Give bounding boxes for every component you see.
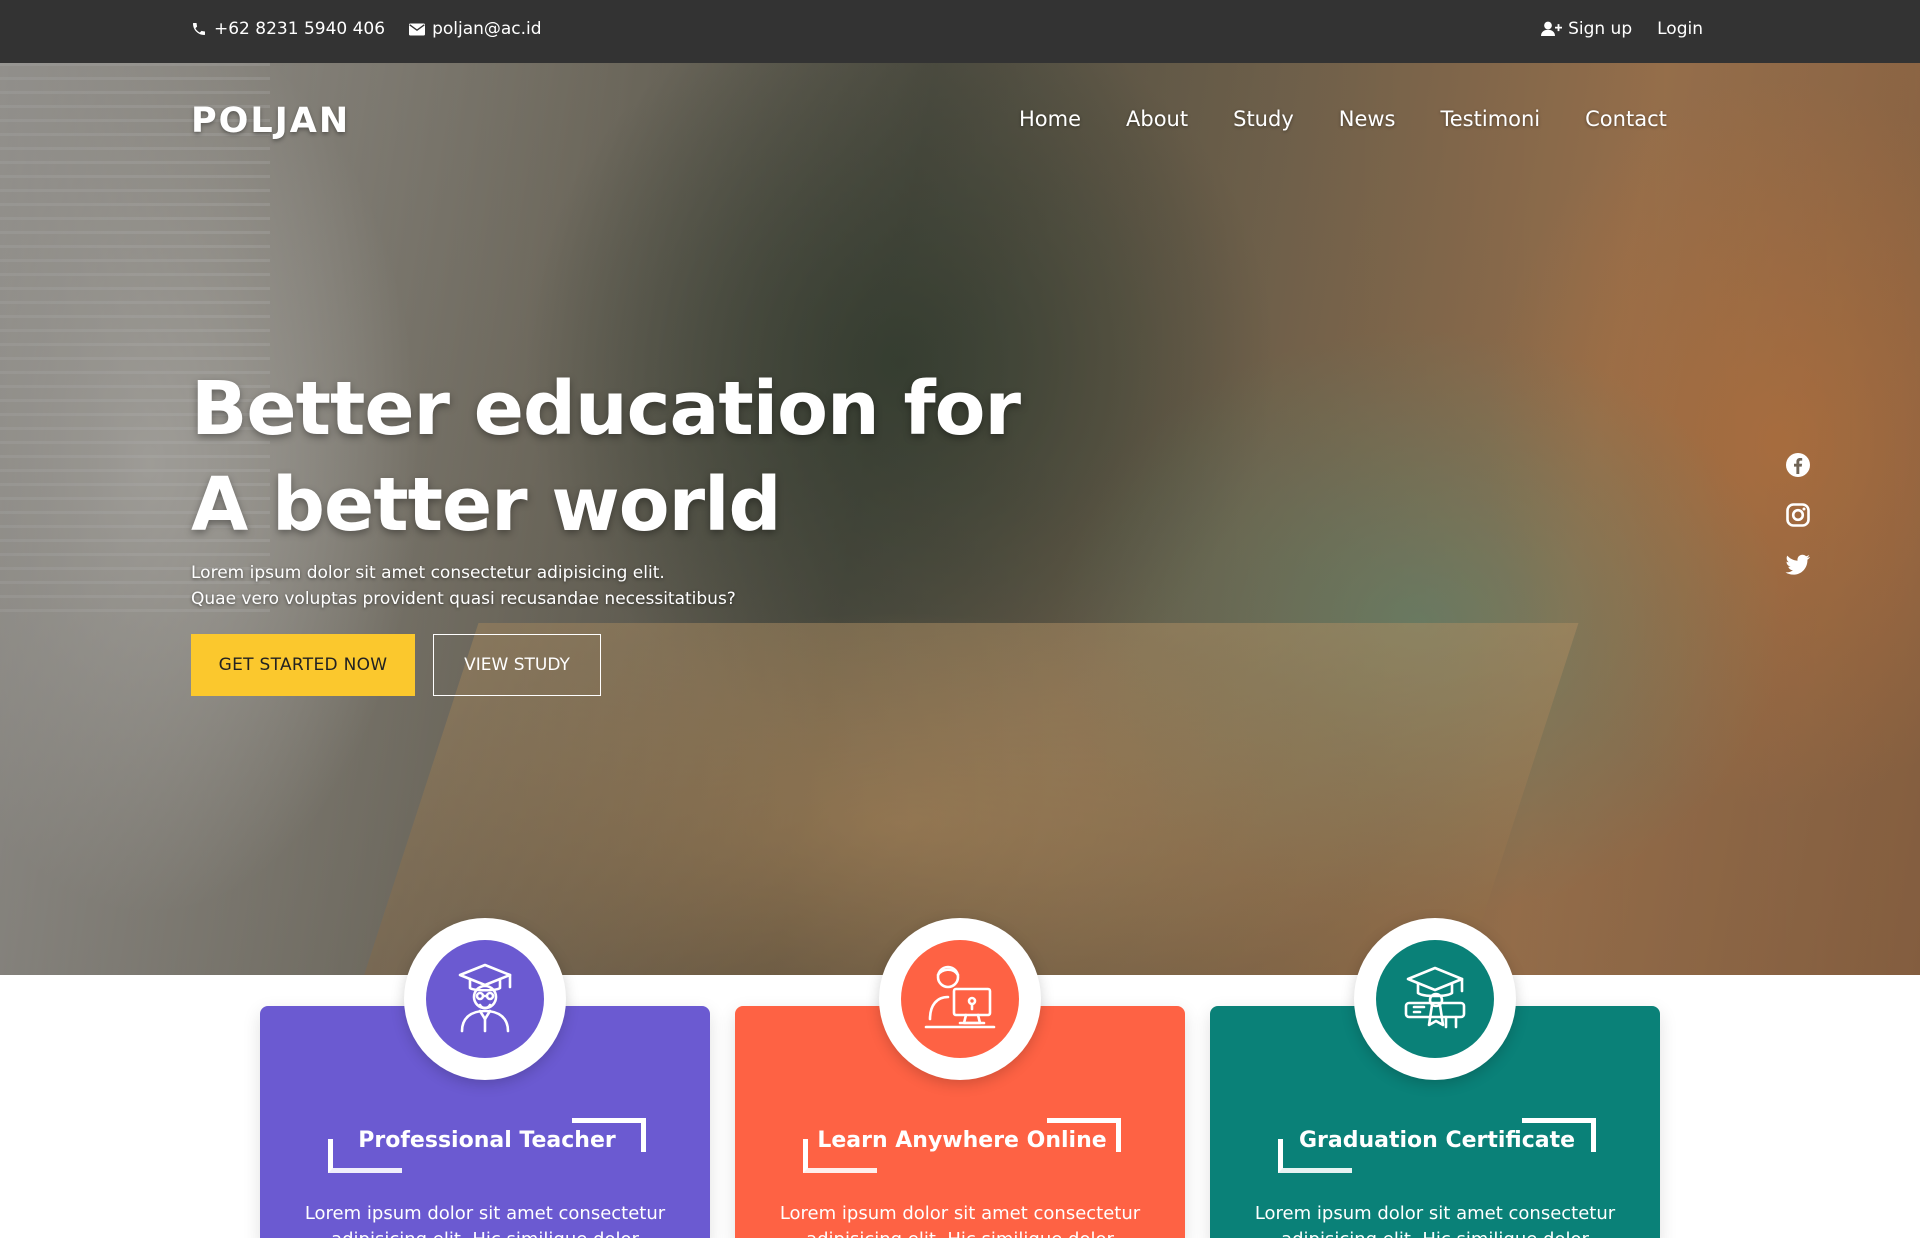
login-link[interactable]: Login	[1657, 19, 1703, 39]
top-bar: +62 8231 5940 406 poljan@ac.id Sign up L…	[0, 0, 1920, 63]
email-contact[interactable]: poljan@ac.id	[409, 19, 542, 39]
nav-item-news[interactable]: News	[1339, 107, 1396, 131]
hero-title-line-1: Better education for	[191, 366, 1021, 452]
contact-info: +62 8231 5940 406 poljan@ac.id	[191, 19, 542, 39]
teacher-icon	[452, 961, 518, 1037]
feature-badge-inner	[1376, 940, 1494, 1058]
feature-card-teacher: Professional Teacher Lorem ipsum dolor s…	[260, 918, 710, 1238]
login-label: Login	[1657, 19, 1703, 39]
feature-badge	[1354, 918, 1516, 1080]
social-links	[1785, 452, 1811, 578]
facebook-icon[interactable]	[1785, 452, 1811, 478]
nav-item-testimoni[interactable]: Testimoni	[1441, 107, 1541, 131]
signup-label: Sign up	[1568, 19, 1633, 39]
feature-badge-inner	[901, 940, 1019, 1058]
feature-description: Lorem ipsum dolor sit amet consectetur a…	[779, 1203, 1141, 1238]
feature-title-frame: Learn Anywhere Online	[803, 1113, 1121, 1173]
feature-description: Lorem ipsum dolor sit amet consectetur a…	[1254, 1203, 1616, 1238]
nav-item-about[interactable]: About	[1126, 107, 1188, 131]
phone-icon	[191, 21, 207, 37]
view-study-button[interactable]: VIEW STUDY	[433, 634, 601, 696]
nav-item-home[interactable]: Home	[1019, 107, 1081, 131]
hero-subtitle-line-2: Quae vero voluptas provident quasi recus…	[191, 589, 736, 609]
feature-card-online: Learn Anywhere Online Lorem ipsum dolor …	[735, 918, 1185, 1238]
hero-title-line-2: A better world	[191, 462, 781, 548]
feature-badge	[879, 918, 1041, 1080]
feature-title-frame: Graduation Certificate	[1278, 1113, 1596, 1173]
auth-links: Sign up Login	[1541, 19, 1703, 39]
feature-title: Learn Anywhere Online	[817, 1128, 1107, 1153]
get-started-button[interactable]: GET STARTED NOW	[191, 634, 415, 696]
nav-item-study[interactable]: Study	[1233, 107, 1294, 131]
feature-description: Lorem ipsum dolor sit amet consectetur a…	[304, 1203, 666, 1238]
graduation-certificate-icon	[1400, 963, 1470, 1035]
phone-number: +62 8231 5940 406	[214, 19, 386, 39]
feature-badge-inner	[426, 940, 544, 1058]
envelope-icon	[409, 23, 426, 36]
feature-badge	[404, 918, 566, 1080]
main-nav: Home About Study News Testimoni Contact	[1019, 107, 1712, 131]
email-address: poljan@ac.id	[432, 19, 542, 39]
online-learning-icon	[924, 963, 996, 1035]
hero-title: Better education for A better world	[191, 361, 1021, 553]
hero-subtitle: Lorem ipsum dolor sit amet consectetur a…	[191, 560, 736, 612]
instagram-icon[interactable]	[1785, 502, 1811, 528]
phone-contact[interactable]: +62 8231 5940 406	[191, 19, 385, 39]
twitter-icon[interactable]	[1785, 552, 1811, 578]
nav-item-contact[interactable]: Contact	[1585, 107, 1667, 131]
feature-title: Professional Teacher	[358, 1128, 616, 1153]
hero-subtitle-line-1: Lorem ipsum dolor sit amet consectetur a…	[191, 563, 665, 583]
feature-card-certificate: Graduation Certificate Lorem ipsum dolor…	[1210, 918, 1660, 1238]
site-logo[interactable]: POLJAN	[191, 101, 350, 141]
user-plus-icon	[1541, 21, 1563, 37]
signup-link[interactable]: Sign up	[1541, 19, 1632, 39]
feature-title: Graduation Certificate	[1298, 1128, 1576, 1153]
feature-title-frame: Professional Teacher	[328, 1113, 646, 1173]
hero-section: POLJAN Home About Study News Testimoni C…	[0, 63, 1920, 975]
